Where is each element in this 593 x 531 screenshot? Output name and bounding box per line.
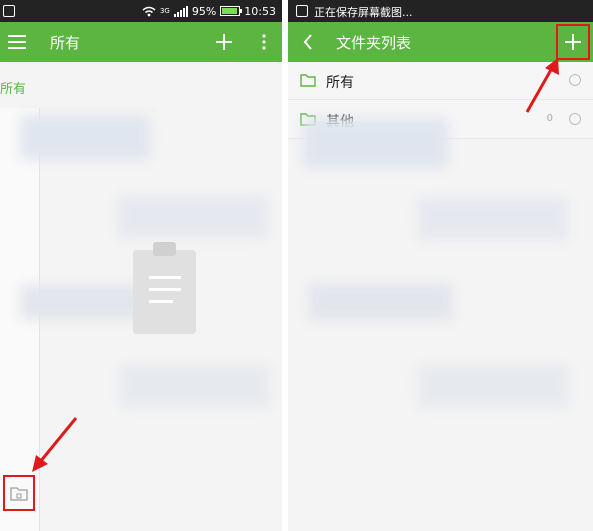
right-screen: 正在保存屏幕截图... 文件夹列表 所有 其他 0 bbox=[288, 0, 593, 531]
wifi-icon bbox=[142, 6, 156, 16]
notification-icon bbox=[3, 5, 15, 17]
network-type-label: 3G bbox=[159, 7, 170, 15]
folder-row-all[interactable]: 所有 bbox=[288, 62, 593, 100]
obscured-note-preview bbox=[418, 198, 568, 240]
status-cluster: 3G 95% 10:53 bbox=[142, 3, 276, 19]
folder-note-count: 0 bbox=[546, 113, 553, 124]
add-note-button[interactable] bbox=[212, 30, 236, 54]
empty-state-clipboard-icon bbox=[133, 242, 196, 334]
clipboard-line bbox=[149, 276, 181, 279]
obscured-note-preview bbox=[20, 285, 150, 320]
plus-icon bbox=[216, 34, 232, 50]
obscured-note-preview bbox=[308, 283, 453, 321]
left-screen: 3G 95% 10:53 所有 所有 bbox=[0, 0, 282, 531]
page-title: 所有 bbox=[50, 34, 81, 52]
folder-icon bbox=[300, 74, 316, 87]
hamburger-menu-icon[interactable] bbox=[5, 30, 29, 54]
obscured-note-preview bbox=[418, 365, 568, 407]
plus-icon bbox=[565, 34, 581, 50]
folder-options-icon[interactable] bbox=[569, 113, 581, 125]
battery-icon bbox=[220, 6, 243, 16]
app-bar: 文件夹列表 bbox=[288, 22, 593, 62]
battery-percent: 95% bbox=[191, 4, 217, 18]
clipboard-clip bbox=[153, 242, 176, 256]
app-bar: 所有 bbox=[0, 22, 282, 62]
status-bar: 3G 95% 10:53 bbox=[0, 0, 282, 22]
page-title: 文件夹列表 bbox=[336, 34, 412, 52]
obscured-note-preview bbox=[120, 365, 270, 407]
folder-list-button[interactable] bbox=[3, 475, 35, 511]
more-options-button[interactable] bbox=[252, 30, 276, 54]
obscured-note-preview bbox=[303, 118, 448, 168]
folder-options-icon[interactable] bbox=[569, 74, 581, 86]
obscured-note-preview bbox=[20, 115, 150, 160]
back-button[interactable] bbox=[296, 30, 320, 54]
obscured-note-preview bbox=[118, 196, 268, 238]
clipboard-line bbox=[149, 300, 173, 303]
screenshot-icon bbox=[296, 5, 308, 17]
signal-icon bbox=[173, 5, 188, 17]
clock-time: 10:53 bbox=[244, 4, 276, 18]
section-label: 所有 bbox=[0, 82, 27, 97]
folder-icon bbox=[10, 486, 28, 501]
folder-name: 所有 bbox=[326, 75, 354, 91]
status-bar: 正在保存屏幕截图... bbox=[288, 0, 593, 22]
status-notice: 正在保存屏幕截图... bbox=[314, 6, 413, 19]
back-arrow-icon bbox=[303, 34, 312, 50]
add-folder-button[interactable] bbox=[556, 24, 590, 60]
battery-level-fill bbox=[222, 8, 238, 14]
more-vertical-icon bbox=[262, 34, 266, 50]
clipboard-line bbox=[149, 288, 181, 291]
